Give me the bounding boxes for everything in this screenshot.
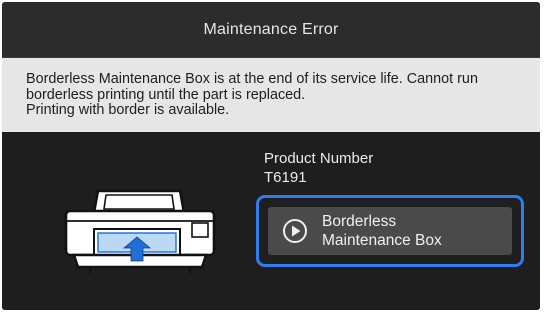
borderless-maintenance-box-button[interactable]: Borderless Maintenance Box [268,207,512,255]
selected-part-highlight: Borderless Maintenance Box [256,195,524,267]
part-button-label-line1: Borderless [322,213,397,230]
printer-icon [64,189,216,273]
maintenance-error-screen: Maintenance Error Borderless Maintenance… [2,2,540,310]
product-number-value: T6191 [264,169,307,186]
play-circle-icon [283,219,307,243]
error-message-line: borderless printing until the part is re… [26,86,306,103]
title-bar: Maintenance Error [2,2,540,58]
error-message-line: Borderless Maintenance Box is at the end… [26,71,478,87]
part-button-label: Borderless Maintenance Box [322,212,442,250]
error-message: Borderless Maintenance Box is at the end… [2,58,540,132]
product-number-label: Product Number [264,150,374,167]
error-message-line: Printing with border is available. [26,102,230,118]
part-button-label-line2: Maintenance Box [322,232,442,249]
dialog-title: Maintenance Error [203,20,339,38]
